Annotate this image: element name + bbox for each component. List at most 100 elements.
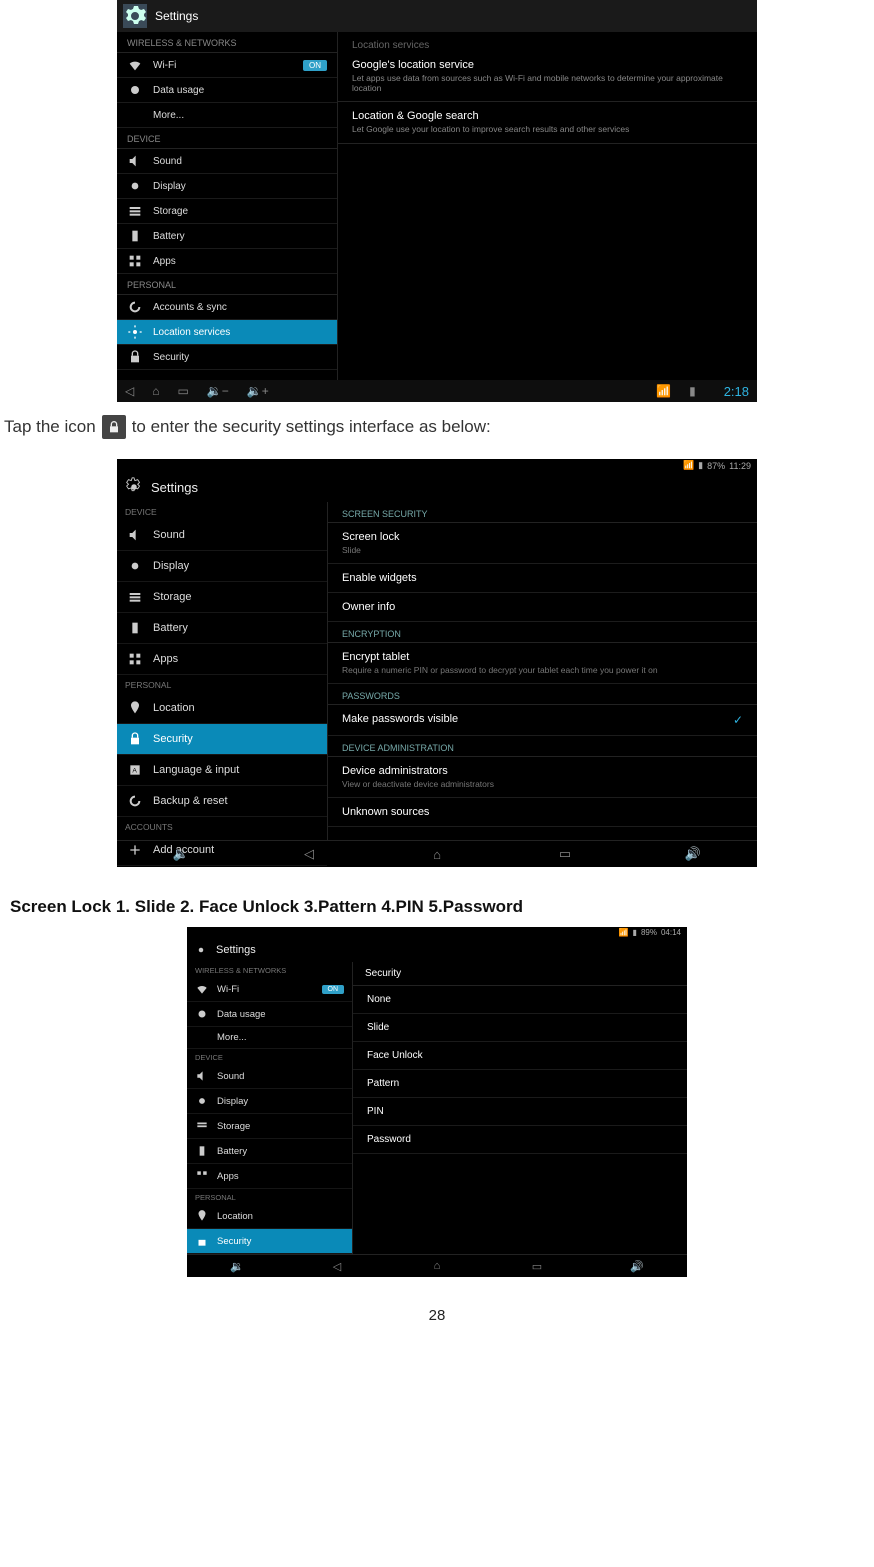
sidebar-item-backup[interactable]: Backup & reset [117,786,327,817]
wifi-toggle[interactable]: ON [322,985,345,994]
section-device-admin: DEVICE ADMINISTRATION [328,736,757,757]
system-navbar: 🔉 ◁ ⌂ ▭ 🔊 [187,1254,687,1277]
sidebar-item-location[interactable]: Location [187,1204,352,1229]
battery-icon [195,1144,209,1158]
section-wireless: WIRELESS & NETWORKS [187,962,352,977]
sidebar-item-security[interactable]: Security [117,724,327,755]
sidebar-item-storage[interactable]: Storage [187,1114,352,1139]
status-time: 11:29 [729,461,751,471]
home-icon[interactable]: ⌂ [373,847,501,862]
vol-up-icon[interactable]: 🔊 [587,1260,687,1273]
item-enable-widgets[interactable]: Enable widgets [328,564,757,593]
settings-icon [123,4,147,28]
settings-header: Settings [117,472,757,502]
pane-header: Location services [338,32,757,51]
sound-icon [127,155,143,167]
storage-icon [127,205,143,217]
backup-icon [127,793,143,809]
option-pattern[interactable]: Pattern [353,1070,687,1098]
sidebar-item-data[interactable]: Data usage [117,78,337,103]
lock-icon [127,731,143,747]
item-owner-info[interactable]: Owner info [328,593,757,622]
recent-icon[interactable]: ▭ [177,384,188,398]
sidebar-item-display[interactable]: Display [117,174,337,199]
back-icon[interactable]: ◁ [125,384,134,398]
battery-percent: 87% [707,461,725,471]
settings-sidebar: WIRELESS & NETWORKS Wi-FiON Data usage M… [187,962,353,1254]
settings-detail-pane: Location services Google's location serv… [338,32,757,380]
sidebar-item-apps[interactable]: Apps [117,249,337,274]
clock: 2:18 [724,384,749,399]
sidebar-item-apps[interactable]: Apps [187,1164,352,1189]
sidebar-item-wifi[interactable]: Wi-Fi ON [117,53,337,78]
back-icon[interactable]: ◁ [287,1260,387,1273]
pane-item-google-search[interactable]: Location & Google search Let Google use … [338,102,757,143]
option-face-unlock[interactable]: Face Unlock [353,1042,687,1070]
back-icon[interactable]: ◁ [245,846,373,862]
vol-up-icon[interactable]: 🔊 [629,846,757,862]
sidebar-item-sound[interactable]: Sound [187,1064,352,1089]
sidebar-item-battery[interactable]: Battery [117,224,337,249]
vol-down-icon[interactable]: 🔉 [117,846,245,862]
wifi-status-icon: 📶 [656,384,671,398]
lock-icon [102,415,126,439]
section-encryption: ENCRYPTION [328,622,757,643]
section-passwords: PASSWORDS [328,684,757,705]
settings-sidebar: WIRELESS & NETWORKS Wi-Fi ON Data usage [117,32,338,380]
vol-down-icon[interactable]: 🔉− [207,384,229,398]
svg-text:A: A [132,768,137,775]
sidebar-item-sound[interactable]: Sound [117,149,337,174]
section-wireless: WIRELESS & NETWORKS [117,32,337,53]
vol-up-icon[interactable]: 🔉+ [247,384,269,398]
option-none[interactable]: None [353,986,687,1014]
sidebar-item-security[interactable]: Security [187,1229,352,1254]
option-slide[interactable]: Slide [353,1014,687,1042]
location-icon [127,700,143,716]
sidebar-item-security[interactable]: Security [117,345,337,370]
vol-down-icon[interactable]: 🔉 [187,1260,287,1273]
sidebar-item-more[interactable]: More... [187,1027,352,1049]
sidebar-item-display[interactable]: Display [117,551,327,582]
pane-item-google-location[interactable]: Google's location service Let apps use d… [338,51,757,102]
settings-title: Settings [155,9,198,23]
display-icon [127,180,143,192]
sidebar-item-location[interactable]: Location [117,693,327,724]
screenlock-options-pane: Security None Slide Face Unlock Pattern … [353,962,687,1254]
item-device-admins[interactable]: Device administratorsView or deactivate … [328,757,757,798]
item-unknown-sources[interactable]: Unknown sources [328,798,757,827]
sidebar-item-battery[interactable]: Battery [117,613,327,644]
section-device: DEVICE [187,1049,352,1064]
sound-icon [127,527,143,543]
sidebar-item-data[interactable]: Data usage [187,1002,352,1027]
check-icon[interactable]: ✓ [733,713,743,727]
sidebar-item-storage[interactable]: Storage [117,582,327,613]
sidebar-item-location[interactable]: Location services [117,320,337,345]
instruction-text: Tap the icon to enter the security setti… [4,415,874,439]
item-passwords-visible[interactable]: Make passwords visible✓ [328,705,757,736]
option-pin[interactable]: PIN [353,1098,687,1126]
item-screen-lock[interactable]: Screen lockSlide [328,523,757,564]
sidebar-item-display[interactable]: Display [187,1089,352,1114]
security-detail-pane: SCREEN SECURITY Screen lockSlide Enable … [328,502,757,840]
document-page: Settings WIRELESS & NETWORKS Wi-Fi ON Da… [0,0,874,1354]
sound-icon [195,1069,209,1083]
section-personal: PERSONAL [187,1189,352,1204]
sidebar-item-wifi[interactable]: Wi-FiON [187,977,352,1002]
recent-icon[interactable]: ▭ [487,1260,587,1273]
sidebar-item-more[interactable]: More... [117,103,337,128]
sidebar-item-battery[interactable]: Battery [187,1139,352,1164]
recent-icon[interactable]: ▭ [501,846,629,862]
sidebar-item-accounts[interactable]: Accounts & sync [117,295,337,320]
wifi-toggle[interactable]: ON [303,60,327,71]
option-password[interactable]: Password [353,1126,687,1154]
sidebar-item-language[interactable]: ALanguage & input [117,755,327,786]
sidebar-item-sound[interactable]: Sound [117,520,327,551]
sidebar-item-apps[interactable]: Apps [117,644,327,675]
home-icon[interactable]: ⌂ [152,384,159,398]
sidebar-item-storage[interactable]: Storage [117,199,337,224]
settings-icon [192,941,210,959]
storage-icon [195,1119,209,1133]
home-icon[interactable]: ⌂ [387,1260,487,1272]
item-encrypt-tablet[interactable]: Encrypt tabletRequire a numeric PIN or p… [328,643,757,684]
screenshot-screen-lock-options: 📶 ▮ 89% 04:14 Settings WIRELESS & NETWOR… [187,927,687,1277]
